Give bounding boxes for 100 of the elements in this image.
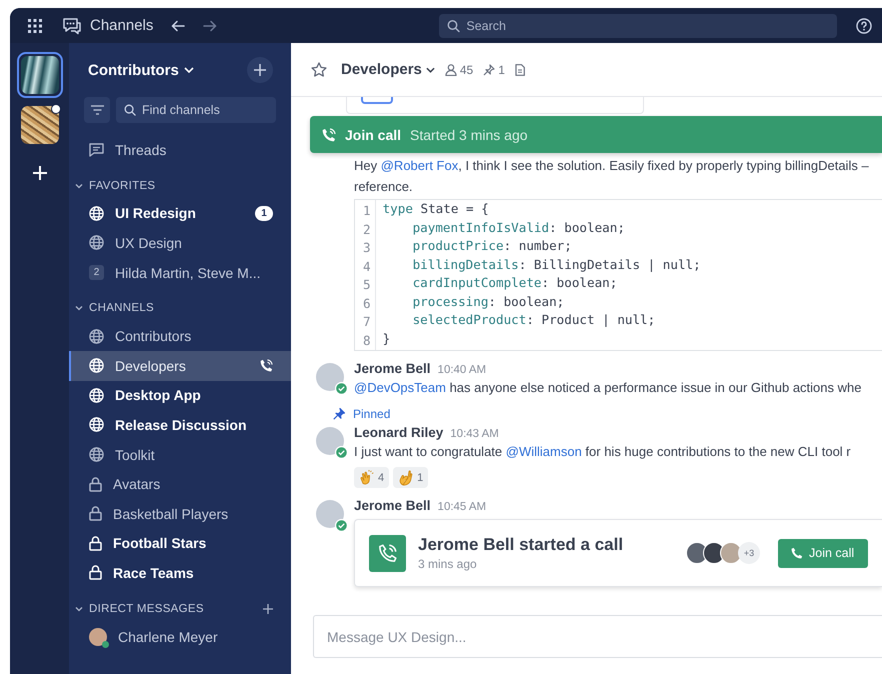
author-name[interactable]: Jerome Bell <box>354 498 431 513</box>
call-status: Started 3 mins ago <box>410 126 528 142</box>
globe-icon <box>89 358 104 374</box>
threads-label: Threads <box>115 142 166 158</box>
workspace-item[interactable] <box>16 52 62 98</box>
code-line: selectedProduct: Product | null; <box>412 311 656 329</box>
pin-icon <box>483 64 496 76</box>
find-channels-field[interactable]: Find channels <box>116 97 276 123</box>
chat-bubbles-icon <box>62 16 82 34</box>
search-icon <box>124 104 136 116</box>
lock-icon <box>89 536 102 551</box>
channel-item[interactable]: Basketball Players <box>69 498 291 529</box>
message-time: 10:43 AM <box>450 428 499 440</box>
section-title[interactable]: CHANNELS <box>89 302 154 314</box>
channel-item[interactable]: UX Design <box>69 228 291 258</box>
app-title: Channels <box>90 17 154 34</box>
lock-icon <box>89 506 102 522</box>
line-number: 5 <box>363 276 371 294</box>
globe-icon <box>89 206 104 221</box>
photo-placeholder <box>20 106 58 144</box>
phone-call-icon <box>322 128 336 142</box>
code-line: productPrice: number; <box>412 237 573 255</box>
chevron-icon[interactable] <box>75 182 83 189</box>
channel-item[interactable]: Contributors <box>69 321 291 351</box>
forward-arrow-icon[interactable] <box>203 20 218 32</box>
code-line: paymentInfoIsValid: boolean; <box>412 218 626 237</box>
line-number: 4 <box>363 258 371 276</box>
participant-avatar <box>686 542 708 564</box>
code-line: cardInputComplete: boolean; <box>412 274 618 292</box>
add-icon[interactable] <box>263 604 273 614</box>
channel-item[interactable]: Race Teams <box>69 558 291 588</box>
message-text: Hey @Robert Fox, I think I see the solution. Easily fixed by properly typing billingDetails – <box>354 157 870 175</box>
message-input[interactable]: Message UX Design... <box>313 615 882 658</box>
threads-icon <box>89 142 104 157</box>
document-icon[interactable] <box>514 64 525 76</box>
add-button[interactable] <box>247 57 273 83</box>
channel-item[interactable]: Desktop App <box>69 380 291 410</box>
line-number: 8 <box>363 332 371 350</box>
filter-button[interactable] <box>84 97 110 123</box>
join-call-banner[interactable]: Join call Started 3 mins ago <box>310 116 882 153</box>
join-call-button[interactable]: Join call <box>778 538 868 568</box>
author-name[interactable]: Leonard Riley <box>354 425 444 440</box>
channel-item[interactable]: UI Redesign 1 <box>69 198 291 228</box>
channel-item[interactable]: Football Stars <box>69 528 291 558</box>
line-number: 1 <box>363 202 371 220</box>
chevron-icon[interactable] <box>75 606 83 612</box>
line-number: 3 <box>363 239 371 257</box>
chevron-icon[interactable] <box>75 305 83 312</box>
line-number: 2 <box>363 220 371 238</box>
plus-icon <box>254 64 266 76</box>
mention-link[interactable]: @DevOpsTeam <box>354 380 446 395</box>
workspace-menu-button[interactable]: Contributors <box>88 62 194 78</box>
channel-item[interactable]: Toolkit <box>69 440 291 470</box>
caret-icon <box>184 67 194 73</box>
join-call-label: Join call <box>345 126 402 142</box>
message-text: reference. <box>354 178 414 196</box>
section-title[interactable]: FAVORITES <box>89 180 156 192</box>
phone-call-icon <box>369 534 406 572</box>
call-title: Jerome Bell started a call <box>418 535 624 555</box>
mention-link[interactable]: @Williamson <box>506 444 582 459</box>
member-count: 2 <box>89 265 104 280</box>
reaction-chip[interactable]: 1 <box>393 467 428 488</box>
globe-icon <box>89 235 104 250</box>
channel-item[interactable]: Charlene Meyer <box>69 622 291 652</box>
lock-icon <box>89 565 102 580</box>
unread-badge: 1 <box>255 206 273 221</box>
ok-hand-icon <box>398 470 414 486</box>
pins-button[interactable]: 1 <box>483 62 505 76</box>
back-arrow-icon[interactable] <box>171 20 186 32</box>
channel-item[interactable]: Avatars <box>69 469 291 499</box>
reaction-chip[interactable]: 4 <box>354 467 390 488</box>
photo-placeholder <box>20 56 58 94</box>
author-name[interactable]: Jerome Bell <box>354 361 431 376</box>
search-field[interactable]: Search <box>439 14 838 38</box>
members-button[interactable]: 45 <box>444 62 474 76</box>
channel-name-button[interactable]: Developers <box>341 61 435 78</box>
section-title[interactable]: DIRECT MESSAGES <box>89 602 204 615</box>
code-line: } <box>382 330 392 348</box>
message-time: 10:40 AM <box>438 364 486 376</box>
star-icon[interactable] <box>311 62 327 77</box>
add-workspace-icon[interactable] <box>32 166 46 180</box>
search-icon <box>447 19 460 32</box>
more-participants-count: +3 <box>738 542 760 564</box>
code-line: type State = { <box>382 200 490 218</box>
channel-item[interactable]: Release Discussion <box>69 410 291 440</box>
apps-grid-icon[interactable] <box>28 18 42 32</box>
code-line: processing: boolean; <box>412 292 566 311</box>
clapping-hands-icon <box>359 470 375 486</box>
line-number: 7 <box>363 313 371 331</box>
globe-icon <box>89 388 104 403</box>
mention-link[interactable]: @Robert Fox <box>380 158 458 173</box>
pinned-label: Pinned <box>353 407 390 421</box>
help-icon[interactable] <box>856 18 872 34</box>
message-text: @DevOpsTeam has anyone else noticed a performance issue in our Github actions whe <box>354 379 862 397</box>
channel-item[interactable]: 2 Hilda Martin, Steve M... <box>69 258 291 288</box>
call-time: 3 mins ago <box>418 557 478 571</box>
globe-icon <box>89 328 104 344</box>
threads-item[interactable]: Threads <box>69 135 291 165</box>
channel-item[interactable]: Developers <box>69 350 291 381</box>
caret-icon <box>426 66 435 72</box>
